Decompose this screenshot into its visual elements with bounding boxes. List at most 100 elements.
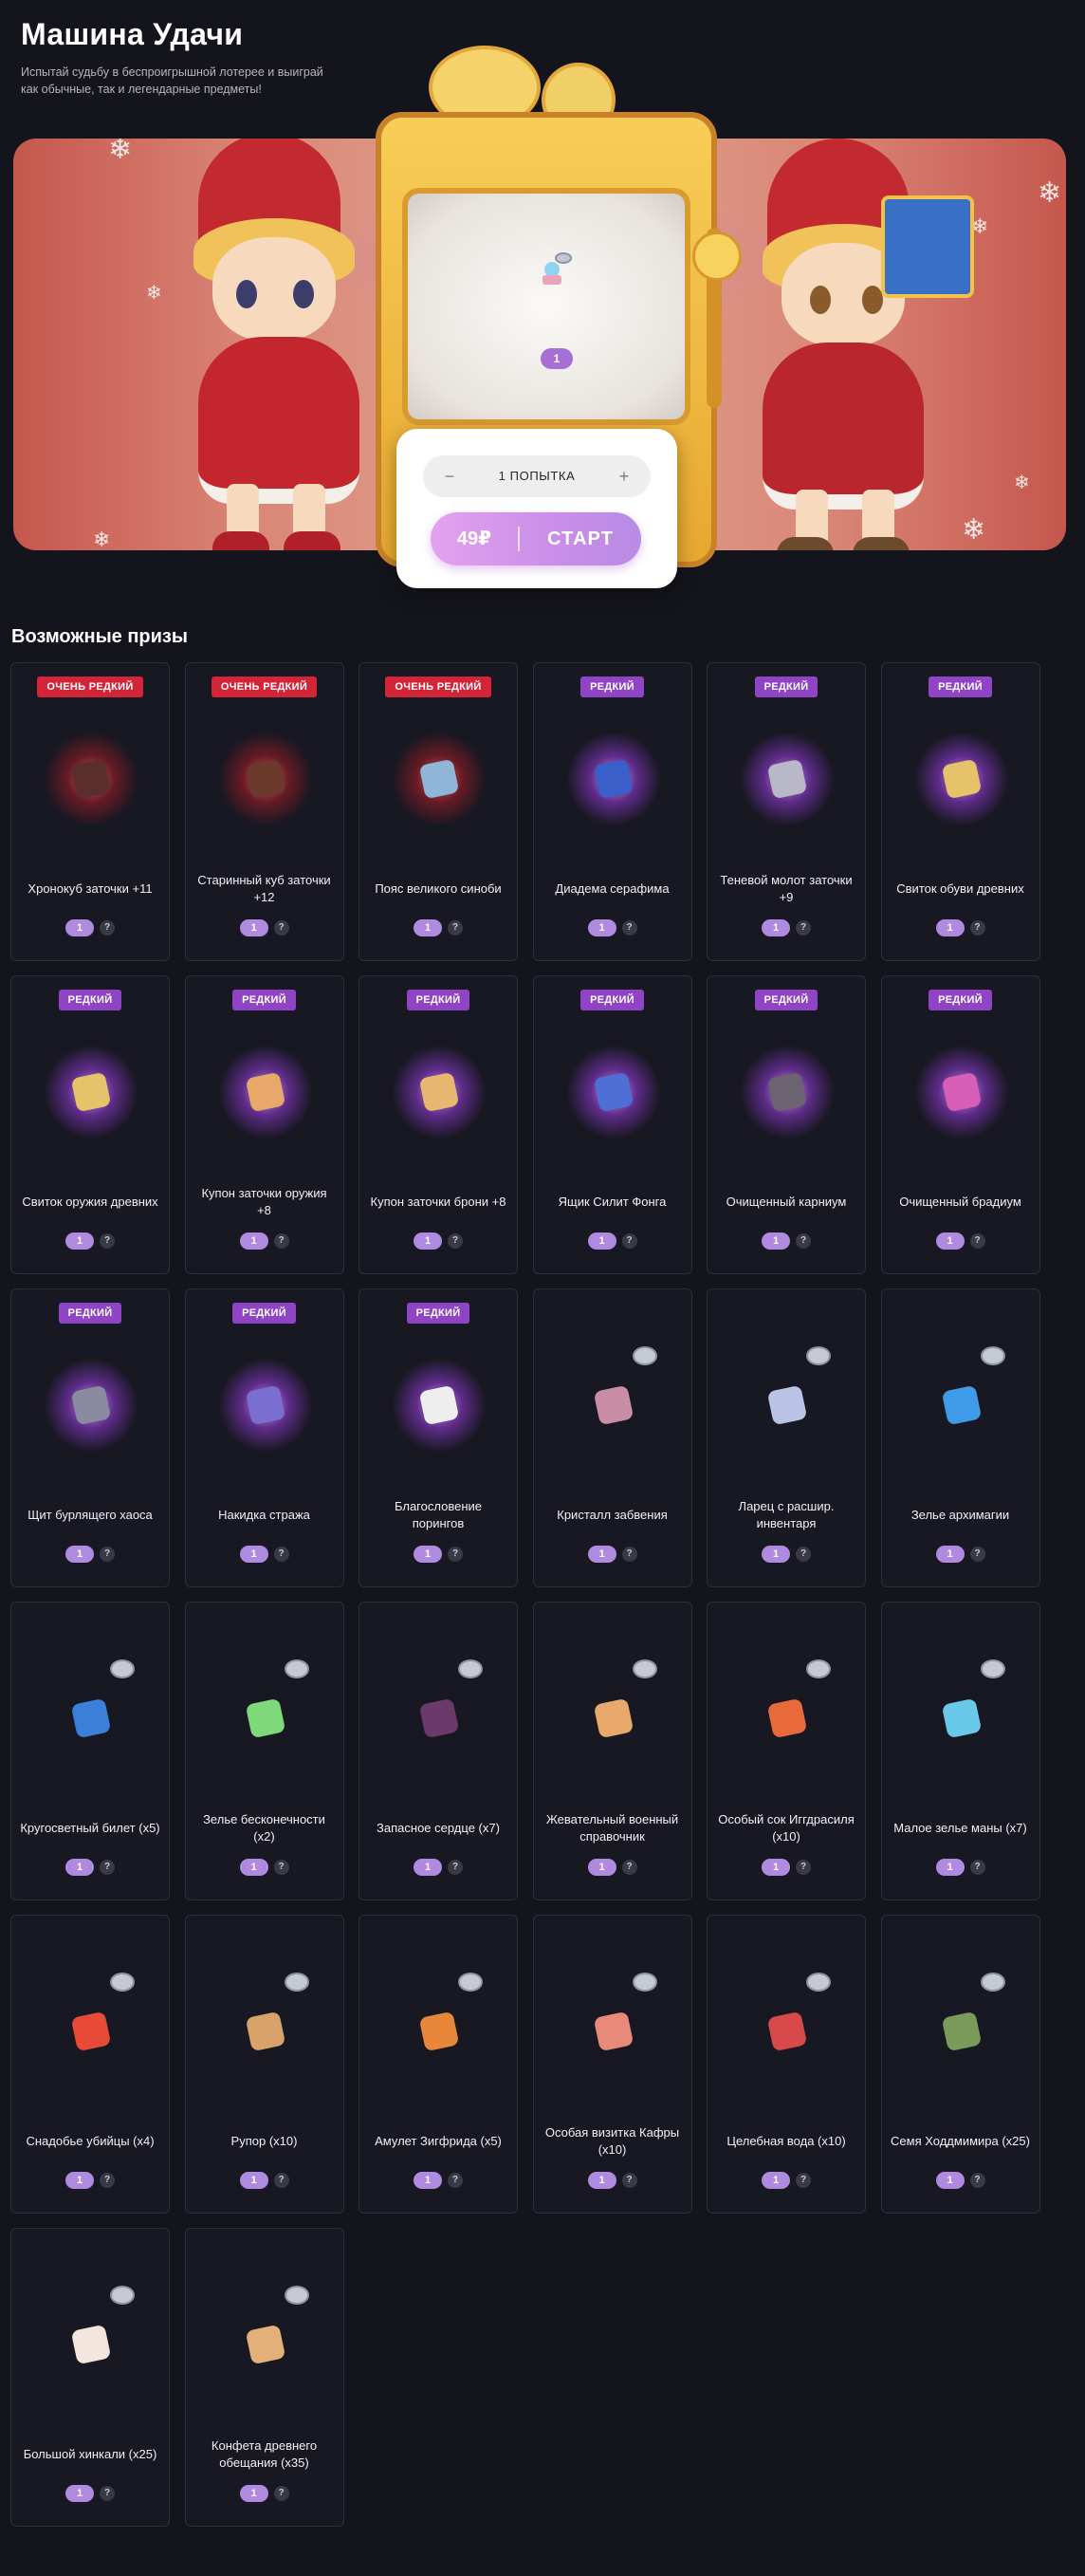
- prize-meta: 1?: [359, 2172, 517, 2189]
- prize-name: Свиток обуви древних: [896, 881, 1024, 896]
- help-icon[interactable]: ?: [273, 1547, 289, 1562]
- help-icon[interactable]: ?: [796, 1547, 811, 1562]
- help-icon[interactable]: ?: [100, 920, 115, 936]
- prize-count-badge: 1: [239, 1859, 268, 1876]
- rarity-badge-wrap: РЕДКИЙ: [186, 990, 343, 1010]
- prize-image: [740, 732, 835, 826]
- help-icon[interactable]: ?: [273, 2486, 289, 2501]
- rarity-badge: РЕДКИЙ: [232, 1303, 296, 1324]
- help-icon[interactable]: ?: [448, 920, 463, 936]
- prize-meta: 1?: [186, 919, 343, 936]
- prize-card[interactable]: РЕДКИЙ Свиток обуви древних 1?: [880, 662, 1040, 961]
- dumpling-icon: [70, 2324, 112, 2365]
- prize-image: [914, 1358, 1009, 1453]
- prize-meta: 1?: [359, 1546, 517, 1563]
- prize-image: [44, 2297, 138, 2392]
- prize-meta: 1?: [882, 919, 1039, 936]
- prize-card[interactable]: РЕДКИЙ Свиток оружия древних 1?: [10, 975, 170, 1274]
- help-icon[interactable]: ?: [796, 920, 811, 936]
- prize-card[interactable]: РЕДКИЙ Накидка стража 1?: [184, 1288, 344, 1587]
- prize-name: Очищенный карниум: [726, 1195, 847, 1209]
- prize-card[interactable]: РЕДКИЙ Щит бурлящего хаоса 1?: [10, 1288, 170, 1587]
- prize-meta: 1?: [11, 1859, 169, 1876]
- prize-card[interactable]: Ларец с расшир. инвентаря 1?: [707, 1288, 866, 1587]
- help-icon[interactable]: ?: [448, 1233, 463, 1249]
- help-icon[interactable]: ?: [969, 1860, 985, 1875]
- help-icon[interactable]: ?: [621, 1233, 637, 1249]
- prize-card[interactable]: РЕДКИЙ Купон заточки брони +8 1?: [359, 975, 518, 1274]
- help-icon[interactable]: ?: [448, 1547, 463, 1562]
- prize-card[interactable]: РЕДКИЙ Благословение порингов 1?: [359, 1288, 518, 1587]
- prize-card[interactable]: Кругосветный билет (x5) 1?: [10, 1602, 170, 1900]
- prize-card[interactable]: РЕДКИЙ Очищенный брадиум 1?: [880, 975, 1040, 1274]
- potion-icon: [941, 1384, 982, 1426]
- increase-button[interactable]: +: [603, 455, 645, 497]
- help-icon[interactable]: ?: [273, 920, 289, 936]
- prize-name: Щит бурлящего хаоса: [28, 1508, 153, 1522]
- help-icon[interactable]: ?: [621, 920, 637, 936]
- start-button[interactable]: 49₽ СТАРТ: [431, 512, 641, 565]
- help-icon[interactable]: ?: [273, 1233, 289, 1249]
- prize-card[interactable]: РЕДКИЙ Очищенный карниум 1?: [707, 975, 866, 1274]
- prize-card[interactable]: Семя Ходдмимира (x25) 1?: [880, 1915, 1040, 2214]
- prize-meta: 1?: [11, 2172, 169, 2189]
- help-icon[interactable]: ?: [100, 2486, 115, 2501]
- prize-card[interactable]: Зелье архимагии 1?: [880, 1288, 1040, 1587]
- prize-meta: 1?: [708, 1232, 865, 1250]
- prize-meta: 1?: [11, 919, 169, 936]
- prize-meta: 1?: [882, 2172, 1039, 2189]
- prize-card[interactable]: Конфета древнего обещания (x35) 1?: [184, 2228, 344, 2527]
- cube-icon: [70, 758, 112, 800]
- prize-image: [392, 1671, 487, 1766]
- prize-card[interactable]: РЕДКИЙ Теневой молот заточки +9 1?: [707, 662, 866, 961]
- prize-count-badge: 1: [935, 1546, 965, 1563]
- prize-card[interactable]: Особый сок Иггдрасиля (x10) 1?: [707, 1602, 866, 1900]
- spin-control-panel: − 1 ПОПЫТКА + 49₽ СТАРТ: [396, 429, 677, 588]
- snowflake-icon: ❄: [1014, 473, 1030, 493]
- prize-card[interactable]: Малое зелье маны (x7) 1?: [880, 1602, 1040, 1900]
- rarity-badge: ОЧЕНЬ РЕДКИЙ: [211, 676, 318, 697]
- prize-image: [914, 1984, 1009, 2079]
- prize-card[interactable]: Кристалл забвения 1?: [532, 1288, 692, 1587]
- prize-card[interactable]: РЕДКИЙ Ящик Силит Фонга 1?: [532, 975, 692, 1274]
- help-icon[interactable]: ?: [969, 2173, 985, 2188]
- rarity-badge-wrap: РЕДКИЙ: [708, 990, 865, 1010]
- help-icon[interactable]: ?: [100, 2173, 115, 2188]
- prize-card[interactable]: ОЧЕНЬ РЕДКИЙ Хронокуб заточки +11 1?: [10, 662, 170, 961]
- help-icon[interactable]: ?: [100, 1547, 115, 1562]
- help-icon[interactable]: ?: [621, 2173, 637, 2188]
- prize-card[interactable]: Рупор (x10) 1?: [184, 1915, 344, 2214]
- prize-card[interactable]: Целебная вода (x10) 1?: [707, 1915, 866, 2214]
- prize-card[interactable]: Снадобье убийцы (x4) 1?: [10, 1915, 170, 2214]
- help-icon[interactable]: ?: [969, 1547, 985, 1562]
- prize-card[interactable]: Запасное сердце (x7) 1?: [359, 1602, 518, 1900]
- rarity-badge: РЕДКИЙ: [580, 990, 644, 1010]
- help-icon[interactable]: ?: [273, 1860, 289, 1875]
- prize-card[interactable]: Большой хинкали (x25) 1?: [10, 2228, 170, 2527]
- help-icon[interactable]: ?: [621, 1547, 637, 1562]
- help-icon[interactable]: ?: [448, 2173, 463, 2188]
- prize-card[interactable]: Зелье бесконечности (x2) 1?: [184, 1602, 344, 1900]
- help-icon[interactable]: ?: [796, 1233, 811, 1249]
- prize-card[interactable]: Амулет Зигфрида (x5) 1?: [359, 1915, 518, 2214]
- help-icon[interactable]: ?: [969, 1233, 985, 1249]
- help-icon[interactable]: ?: [969, 920, 985, 936]
- prize-card[interactable]: ОЧЕНЬ РЕДКИЙ Старинный куб заточки +12 1?: [184, 662, 344, 961]
- prize-card[interactable]: РЕДКИЙ Диадема серафима 1?: [532, 662, 692, 961]
- help-icon[interactable]: ?: [448, 1860, 463, 1875]
- help-icon[interactable]: ?: [100, 1860, 115, 1875]
- help-icon[interactable]: ?: [621, 1860, 637, 1875]
- help-icon[interactable]: ?: [273, 2173, 289, 2188]
- help-icon[interactable]: ?: [796, 2173, 811, 2188]
- prize-name: Особый сок Иггдрасиля (x10): [718, 1812, 855, 1844]
- prize-card[interactable]: Особая визитка Кафры (x10) 1?: [532, 1915, 692, 2214]
- santa-boy-character: [720, 139, 974, 550]
- help-icon[interactable]: ?: [100, 1233, 115, 1249]
- prize-card[interactable]: Жевательный военный справочник 1?: [532, 1602, 692, 1900]
- help-icon[interactable]: ?: [796, 1860, 811, 1875]
- rarity-badge: РЕДКИЙ: [929, 676, 992, 697]
- prize-card[interactable]: РЕДКИЙ Купон заточки оружия +8 1?: [184, 975, 344, 1274]
- prize-image: [217, 732, 313, 826]
- prize-card[interactable]: ОЧЕНЬ РЕДКИЙ Пояс великого синоби 1?: [359, 662, 518, 961]
- prize-count-badge: 1: [239, 2485, 268, 2502]
